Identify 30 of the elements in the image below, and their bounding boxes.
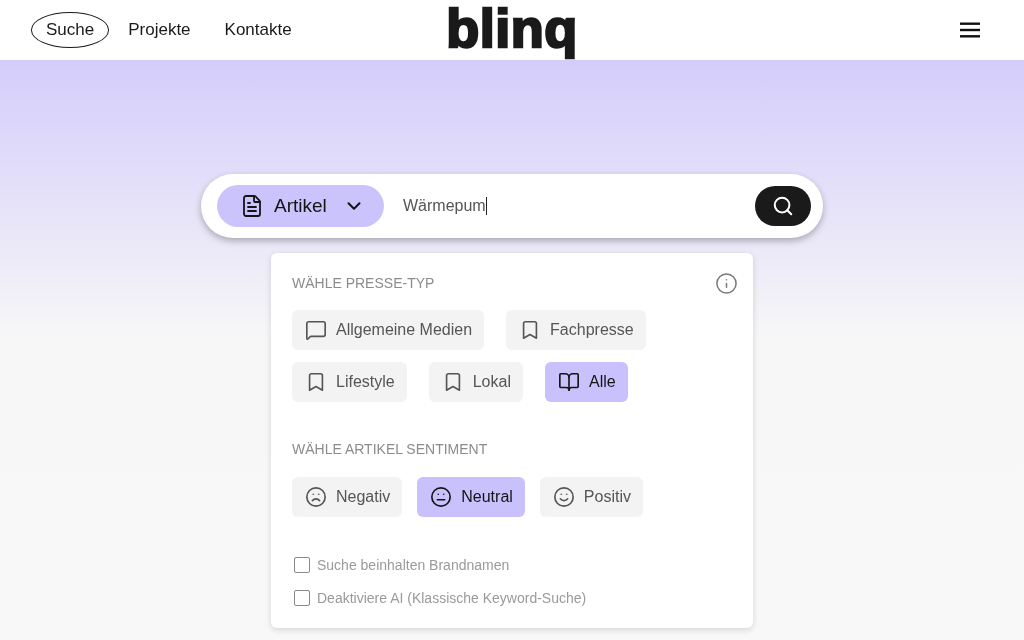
checkbox[interactable] [294,590,310,606]
section-heading: WÄHLE ARTIKEL SENTIMENT [292,439,488,459]
nav-link[interactable]: Projekte [113,12,206,48]
press-type-option[interactable]: Allgemeine Medien [292,310,485,350]
menu-icon[interactable] [960,22,980,38]
search-button[interactable] [755,186,811,226]
press-type-option[interactable]: Lokal [428,362,523,402]
sentiment-option[interactable]: Negativ [292,477,403,517]
section-heading: WÄHLE PRESSE-TYP [292,273,435,293]
press-type-option[interactable]: Fachpresse [506,310,646,350]
checkbox-label: Suche beinhalten Brandnamen [317,555,510,575]
nav-link[interactable]: Kontakte [209,12,307,48]
sentiment-option[interactable]: Positiv [539,477,643,517]
type-selector[interactable]: Artikel [217,185,384,227]
open-book-icon [557,371,580,393]
neutral-face-icon [430,486,453,508]
press-type-option[interactable]: Alle [544,362,628,402]
press-type-option[interactable]: Lifestyle [292,362,407,402]
sentiment-option[interactable]: Neutral [417,477,525,517]
checkbox-label: Deaktiviere AI (Klassische Keyword-Suche) [317,588,587,608]
info-icon[interactable] [715,271,738,295]
text-cursor-icon [485,197,487,215]
smile-face-icon [552,486,575,508]
logo[interactable]: blinq [446,1,578,59]
search-input[interactable]: Wärmepum [384,186,755,226]
frown-face-icon [305,486,327,508]
document-icon [240,194,264,218]
checkbox[interactable] [294,557,310,573]
search-icon [772,195,794,217]
speech-bubble-icon [305,319,327,341]
